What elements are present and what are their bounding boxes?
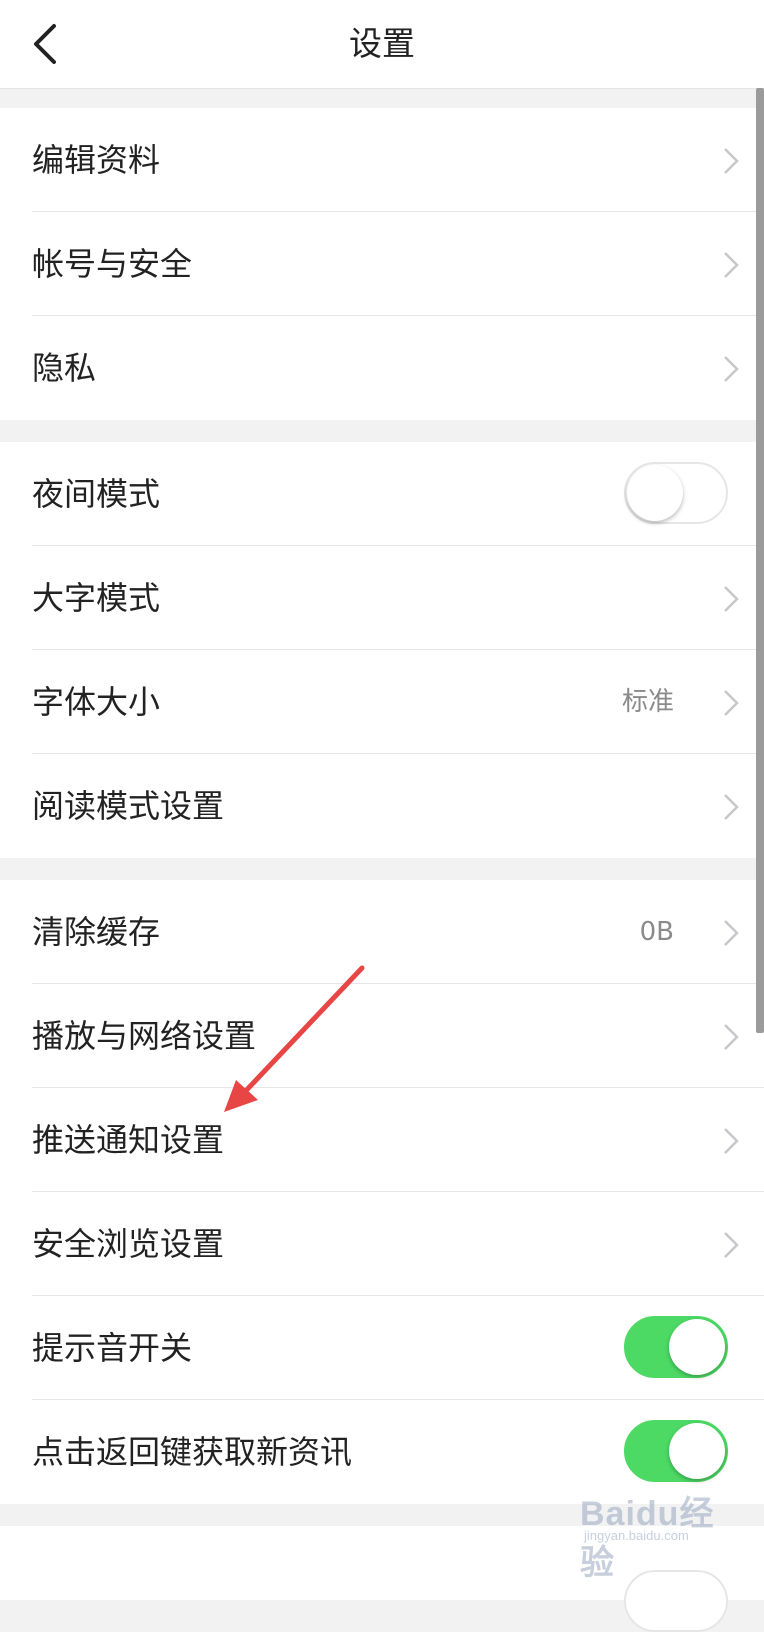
toggle-knob (669, 1319, 725, 1375)
row-privacy[interactable]: 隐私 (0, 316, 764, 420)
row-label: 阅读模式设置 (32, 787, 225, 825)
chevron-right-icon (724, 690, 739, 716)
row-night-mode: 夜间模式 (0, 442, 764, 546)
settings-group-display: 夜间模式 大字模式 字体大小 标准 阅读模式设置 (0, 442, 764, 858)
row-push-notification-settings[interactable]: 推送通知设置 (0, 1088, 764, 1192)
watermark: Baidu经验 jingyan.baidu.com (580, 1486, 720, 1582)
chevron-right-icon (724, 1024, 739, 1050)
toggle-knob (627, 465, 683, 521)
row-label: 安全浏览设置 (32, 1225, 225, 1263)
cache-size-value: 0B (639, 917, 674, 947)
chevron-right-icon (724, 794, 739, 820)
chevron-right-icon (724, 1232, 739, 1258)
notification-sound-toggle[interactable] (624, 1316, 728, 1378)
row-edit-profile[interactable]: 编辑资料 (0, 108, 764, 212)
chevron-right-icon (724, 920, 739, 946)
chevron-right-icon (724, 356, 739, 382)
watermark-url: jingyan.baidu.com (584, 1528, 689, 1543)
row-label: 帐号与安全 (32, 245, 193, 283)
toggle-knob (669, 1423, 725, 1479)
row-label: 大字模式 (32, 579, 161, 617)
row-account-security[interactable]: 帐号与安全 (0, 212, 764, 316)
back-key-refresh-toggle[interactable] (624, 1420, 728, 1482)
settings-group-general: 清除缓存 0B 播放与网络设置 推送通知设置 安全浏览设置 提示音开关 点击返回… (0, 880, 764, 1504)
nav-bar: 设置 (0, 0, 764, 89)
row-label: 夜间模式 (32, 475, 161, 513)
chevron-right-icon (724, 1128, 739, 1154)
row-clear-cache[interactable]: 清除缓存 0B (0, 880, 764, 984)
chevron-right-icon (724, 252, 739, 278)
row-playback-network-settings[interactable]: 播放与网络设置 (0, 984, 764, 1088)
row-label: 字体大小 (32, 683, 161, 721)
row-label: 编辑资料 (32, 141, 161, 179)
page-title: 设置 (349, 24, 415, 63)
row-large-text-mode[interactable]: 大字模式 (0, 546, 764, 650)
row-reading-mode-settings[interactable]: 阅读模式设置 (0, 754, 764, 858)
row-label: 推送通知设置 (32, 1121, 225, 1159)
row-label: 播放与网络设置 (32, 1017, 257, 1055)
night-mode-toggle[interactable] (624, 462, 728, 524)
row-safe-browsing-settings[interactable]: 安全浏览设置 (0, 1192, 764, 1296)
row-notification-sound: 提示音开关 (0, 1296, 764, 1400)
row-font-size[interactable]: 字体大小 标准 (0, 650, 764, 754)
font-size-value: 标准 (621, 687, 674, 717)
settings-group-account: 编辑资料 帐号与安全 隐私 (0, 108, 764, 420)
row-label: 隐私 (32, 349, 97, 387)
chevron-right-icon (724, 148, 739, 174)
row-label: 提示音开关 (32, 1329, 193, 1367)
scrollbar[interactable] (756, 88, 764, 1033)
row-label: 清除缓存 (32, 913, 161, 951)
row-label: 点击返回键获取新资讯 (32, 1433, 353, 1471)
chevron-right-icon (724, 586, 739, 612)
